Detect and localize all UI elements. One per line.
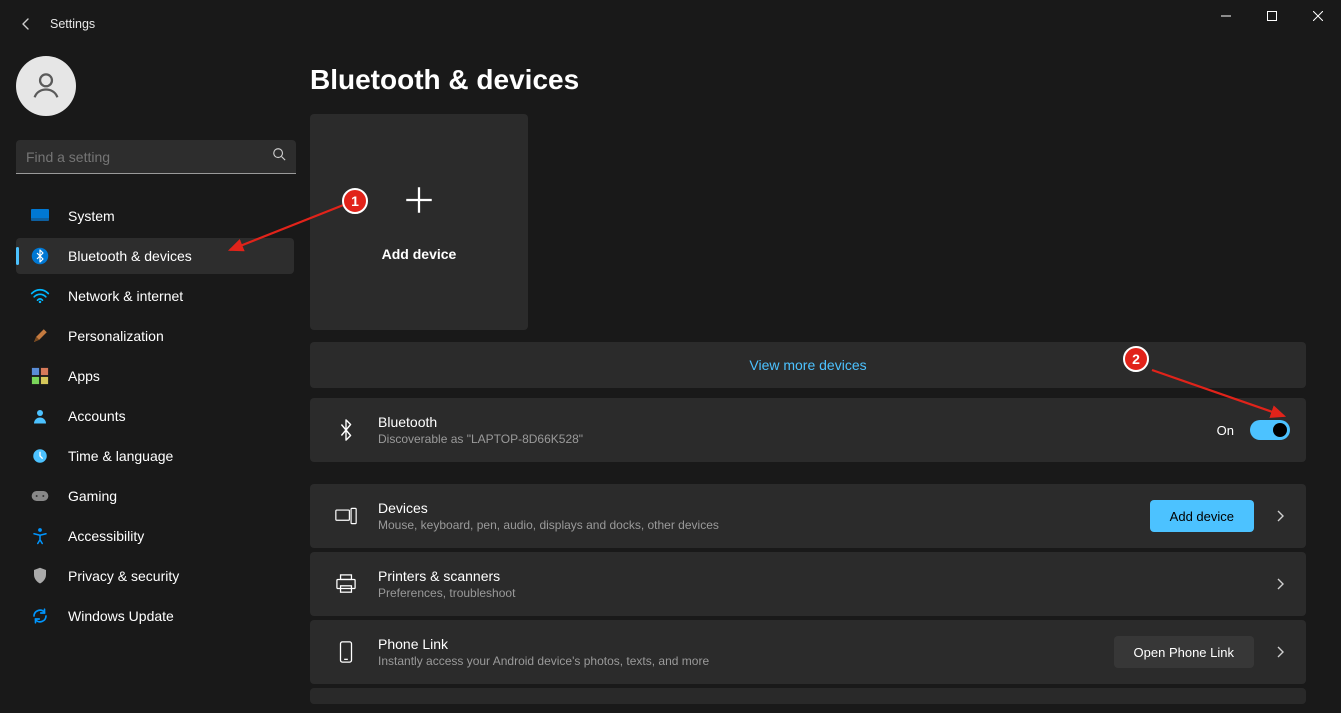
nav-label: Accessibility (68, 528, 144, 544)
bluetooth-toggle[interactable] (1250, 420, 1290, 440)
nav-network[interactable]: Network & internet (16, 278, 294, 314)
bluetooth-subtitle: Discoverable as "LAPTOP-8D66K528" (378, 432, 1217, 446)
nav-label: Privacy & security (68, 568, 179, 584)
view-more-devices-button[interactable]: View more devices (310, 342, 1306, 388)
devices-title: Devices (378, 500, 1150, 516)
add-device-label: Add device (382, 246, 457, 262)
window-title: Settings (50, 17, 95, 31)
printers-row[interactable]: Printers & scanners Preferences, trouble… (310, 552, 1306, 616)
gamepad-icon (28, 484, 52, 508)
display-icon (28, 204, 52, 228)
person-icon (28, 404, 52, 428)
plus-icon (402, 183, 436, 222)
devices-row[interactable]: Devices Mouse, keyboard, pen, audio, dis… (310, 484, 1306, 548)
nav-system[interactable]: System (16, 198, 294, 234)
annotation-badge-2: 2 (1123, 346, 1149, 372)
nav-label: Windows Update (68, 608, 174, 624)
search-field-wrap[interactable] (16, 140, 296, 174)
title-bar: Settings (0, 0, 1341, 48)
printers-title: Printers & scanners (378, 568, 1270, 584)
search-icon (272, 147, 286, 166)
nav-accessibility[interactable]: Accessibility (16, 518, 294, 554)
back-button[interactable] (8, 6, 44, 42)
paintbrush-icon (28, 324, 52, 348)
nav-apps[interactable]: Apps (16, 358, 294, 394)
chevron-right-icon (1270, 646, 1290, 658)
clock-icon (28, 444, 52, 468)
view-more-label: View more devices (749, 357, 866, 373)
maximize-button[interactable] (1249, 0, 1295, 32)
nav-label: Network & internet (68, 288, 183, 304)
nav-windows-update[interactable]: Windows Update (16, 598, 294, 634)
phone-link-row[interactable]: Phone Link Instantly access your Android… (310, 620, 1306, 684)
nav-time-language[interactable]: Time & language (16, 438, 294, 474)
accessibility-icon (28, 524, 52, 548)
nav-accounts[interactable]: Accounts (16, 398, 294, 434)
close-button[interactable] (1295, 0, 1341, 32)
wifi-icon (28, 284, 52, 308)
phone-icon (326, 641, 366, 663)
nav-label: Bluetooth & devices (68, 248, 192, 264)
annotation-badge-1: 1 (342, 188, 368, 214)
sidebar: System Bluetooth & devices Network & int… (0, 48, 310, 713)
nav-label: Apps (68, 368, 100, 384)
minimize-button[interactable] (1203, 0, 1249, 32)
bluetooth-toggle-row: Bluetooth Discoverable as "LAPTOP-8D66K5… (310, 398, 1306, 462)
main-content: Bluetooth & devices Add device View more… (310, 48, 1341, 713)
window-controls (1203, 0, 1341, 32)
nav-bluetooth-devices[interactable]: Bluetooth & devices (16, 238, 294, 274)
nav-label: Time & language (68, 448, 173, 464)
printer-icon (326, 574, 366, 594)
devices-icon (326, 507, 366, 525)
nav-personalization[interactable]: Personalization (16, 318, 294, 354)
chevron-right-icon (1270, 578, 1290, 590)
nav-privacy-security[interactable]: Privacy & security (16, 558, 294, 594)
apps-icon (28, 364, 52, 388)
bluetooth-icon (28, 244, 52, 268)
nav-label: Accounts (68, 408, 126, 424)
partial-row (310, 688, 1306, 704)
chevron-right-icon (1270, 510, 1290, 522)
nav-label: Personalization (68, 328, 164, 344)
nav-list: System Bluetooth & devices Network & int… (16, 198, 294, 634)
bluetooth-symbol-icon (326, 419, 366, 441)
nav-label: System (68, 208, 115, 224)
printers-subtitle: Preferences, troubleshoot (378, 586, 1270, 600)
nav-label: Gaming (68, 488, 117, 504)
page-title: Bluetooth & devices (310, 64, 1341, 96)
shield-icon (28, 564, 52, 588)
add-device-tile[interactable]: Add device (310, 114, 528, 330)
bluetooth-state-label: On (1217, 423, 1234, 438)
user-avatar[interactable] (16, 56, 76, 116)
search-input[interactable] (26, 149, 260, 165)
open-phone-link-button[interactable]: Open Phone Link (1114, 636, 1254, 668)
phone-title: Phone Link (378, 636, 1114, 652)
add-device-button[interactable]: Add device (1150, 500, 1254, 532)
phone-subtitle: Instantly access your Android device's p… (378, 654, 1114, 668)
nav-gaming[interactable]: Gaming (16, 478, 294, 514)
update-icon (28, 604, 52, 628)
bluetooth-title: Bluetooth (378, 414, 1217, 430)
devices-subtitle: Mouse, keyboard, pen, audio, displays an… (378, 518, 1150, 532)
